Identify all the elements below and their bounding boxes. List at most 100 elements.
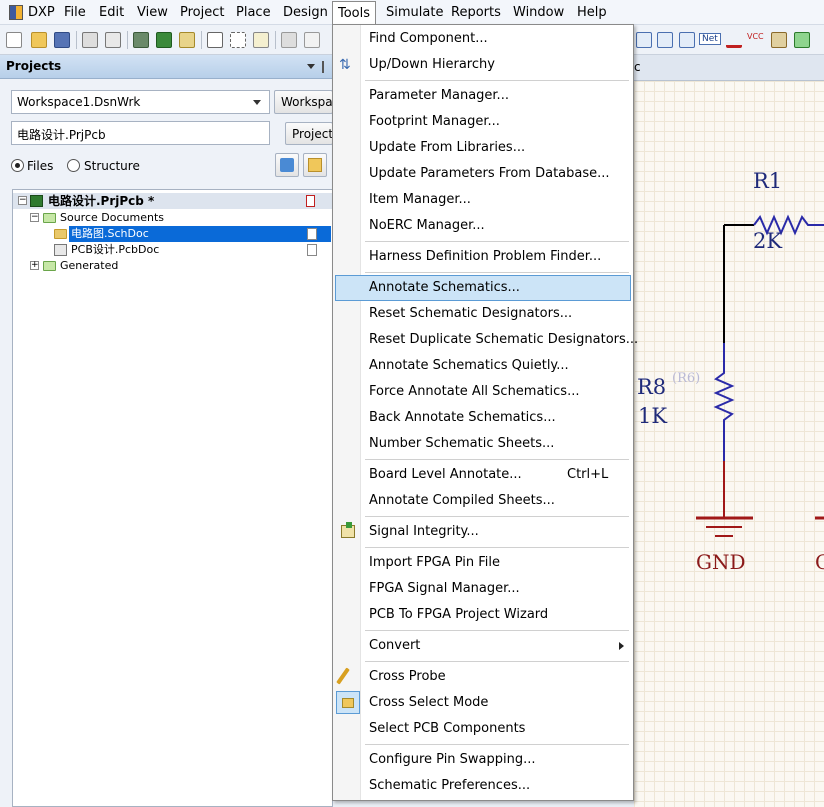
menu-item-schematic-preferences[interactable]: Schematic Preferences... [335, 773, 631, 799]
3d-view-icon[interactable] [133, 32, 149, 48]
workspace-select[interactable]: Workspace1.DsnWrk [11, 90, 270, 114]
net-label-icon[interactable]: Net [699, 33, 721, 45]
r1-value[interactable]: 2K [753, 229, 782, 253]
tree-row-schdoc[interactable]: 电路图.SchDoc [13, 226, 332, 242]
menu-item-label: Harness Definition Problem Finder... [369, 249, 602, 264]
menu-item-annotate-schematics[interactable]: Annotate Schematics... [335, 275, 631, 301]
menu-item-force-annotate-all[interactable]: Force Annotate All Schematics... [335, 379, 631, 405]
menu-item-cross-probe[interactable]: Cross Probe [335, 664, 631, 690]
menu-item-pcb-to-fpga-wizard[interactable]: PCB To FPGA Project Wizard [335, 602, 631, 628]
menu-view[interactable]: View [137, 4, 168, 21]
zoom-area-icon[interactable] [230, 32, 246, 48]
zoom-fit-icon[interactable] [207, 32, 223, 48]
tree-row-source-documents[interactable]: − Source Documents [13, 210, 332, 226]
menu-item-label: Board Level Annotate... [369, 467, 522, 482]
gnd-symbol[interactable] [696, 461, 824, 537]
menu-item-footprint-manager[interactable]: Footprint Manager... [335, 109, 631, 135]
menu-item-select-pcb-components[interactable]: Select PCB Components [335, 716, 631, 742]
menu-project[interactable]: Project [180, 4, 224, 21]
zoom-selected-icon[interactable] [253, 32, 269, 48]
menu-item-harness-definition-problem-finder[interactable]: Harness Definition Problem Finder... [335, 244, 631, 270]
open-document-button[interactable] [303, 153, 327, 177]
radio-files[interactable] [11, 159, 24, 172]
menu-item-item-manager[interactable]: Item Manager... [335, 187, 631, 213]
library-icon[interactable] [179, 32, 195, 48]
harness-icon[interactable] [657, 32, 673, 48]
menu-separator [365, 241, 629, 242]
vcc-power-icon[interactable]: VCC [747, 32, 764, 41]
project-field[interactable]: 电路设计.PrjPcb [11, 121, 270, 145]
menu-item-signal-integrity[interactable]: Signal Integrity... [335, 519, 631, 545]
menu-place[interactable]: Place [236, 4, 271, 21]
collapse-icon[interactable]: − [18, 196, 27, 205]
menu-item-number-schematic-sheets[interactable]: Number Schematic Sheets... [335, 431, 631, 457]
sheet-symbol-icon[interactable] [794, 32, 810, 48]
tree-pcbdoc-label: PCB设计.PcbDoc [71, 243, 160, 256]
dxp-logo-icon[interactable] [9, 5, 23, 20]
menu-item-reset-duplicate-designators[interactable]: Reset Duplicate Schematic Designators... [335, 327, 638, 353]
menu-item-noerc-manager[interactable]: NoERC Manager... [335, 213, 631, 239]
collapse-icon[interactable]: − [30, 213, 39, 222]
print-icon[interactable] [82, 32, 98, 48]
compile-button[interactable] [275, 153, 299, 177]
menu-separator [365, 661, 629, 662]
print-preview-icon[interactable] [105, 32, 121, 48]
document-tab[interactable]: c [634, 60, 641, 74]
radio-structure-label: Structure [84, 159, 140, 173]
panel-menu-arrow-icon[interactable] [307, 64, 315, 69]
cut-icon[interactable] [281, 32, 297, 48]
menu-window[interactable]: Window [513, 4, 564, 21]
tree-row-pcbdoc[interactable]: PCB设计.PcbDoc [13, 242, 332, 258]
open-folder-icon[interactable] [31, 32, 47, 48]
panel-pin-icon[interactable] [322, 61, 330, 73]
menu-item-annotate-schematics-quietly[interactable]: Annotate Schematics Quietly... [335, 353, 631, 379]
gnd-net-label[interactable]: GND [696, 550, 746, 574]
schematic-doc-icon [54, 229, 67, 239]
menu-edit[interactable]: Edit [99, 4, 124, 21]
menu-item-import-fpga-pin-file[interactable]: Import FPGA Pin File [335, 550, 631, 576]
menu-simulate[interactable]: Simulate [386, 4, 443, 21]
expand-icon[interactable]: + [30, 261, 39, 270]
tree-row-project[interactable]: − 电路设计.PrjPcb * [13, 193, 332, 209]
submenu-arrow-icon [619, 642, 624, 650]
menu-item-back-annotate-schematics[interactable]: Back Annotate Schematics... [335, 405, 631, 431]
project-button[interactable]: Project [285, 122, 333, 145]
r8-designator[interactable]: R8 [637, 375, 666, 399]
menu-item-convert[interactable]: Convert [335, 633, 631, 659]
menu-item-update-parameters-from-database[interactable]: Update Parameters From Database... [335, 161, 631, 187]
gnd-power-icon[interactable] [726, 32, 742, 48]
menu-item-configure-pin-swapping[interactable]: Configure Pin Swapping... [335, 747, 631, 773]
menu-item-board-level-annotate[interactable]: Board Level Annotate... Ctrl+L [335, 462, 631, 488]
menu-dxp[interactable]: DXP [28, 4, 55, 21]
menu-item-fpga-signal-manager[interactable]: FPGA Signal Manager... [335, 576, 631, 602]
menu-separator [365, 516, 629, 517]
menu-item-annotate-compiled-sheets[interactable]: Annotate Compiled Sheets... [335, 488, 631, 514]
signal-harness-icon[interactable] [679, 32, 695, 48]
r8-resistor[interactable] [713, 343, 735, 461]
bus-icon[interactable] [636, 32, 652, 48]
workspace-button[interactable]: Workspace [274, 90, 333, 114]
menu-item-parameter-manager[interactable]: Parameter Manager... [335, 83, 631, 109]
menu-tools[interactable]: Tools [332, 1, 377, 25]
menu-item-update-from-libraries[interactable]: Update From Libraries... [335, 135, 631, 161]
menu-help[interactable]: Help [577, 4, 607, 21]
menu-item-find-component[interactable]: Find Component... [335, 26, 631, 52]
menu-item-up-down-hierarchy[interactable]: ⇅ Up/Down Hierarchy [335, 52, 631, 78]
menu-item-reset-schematic-designators[interactable]: Reset Schematic Designators... [335, 301, 631, 327]
schematic-canvas[interactable]: R1 2K R8 (R6) 1K GND G [634, 81, 824, 807]
copy-icon[interactable] [304, 32, 320, 48]
menu-design[interactable]: Design [283, 4, 328, 21]
menu-reports[interactable]: Reports [451, 4, 501, 21]
menu-item-cross-select-mode[interactable]: Cross Select Mode [335, 690, 631, 716]
r1-designator[interactable]: R1 [753, 169, 782, 193]
board-icon[interactable] [156, 32, 172, 48]
r8-value[interactable]: 1K [638, 404, 667, 428]
radio-structure[interactable] [67, 159, 80, 172]
save-icon[interactable] [54, 32, 70, 48]
menu-file[interactable]: File [64, 4, 86, 21]
part-icon[interactable] [771, 32, 787, 48]
tree-row-generated[interactable]: + Generated [13, 258, 332, 274]
new-file-icon[interactable] [6, 32, 22, 48]
tree-source-label: Source Documents [60, 211, 164, 224]
gnd-net-label-partial[interactable]: G [815, 550, 824, 574]
